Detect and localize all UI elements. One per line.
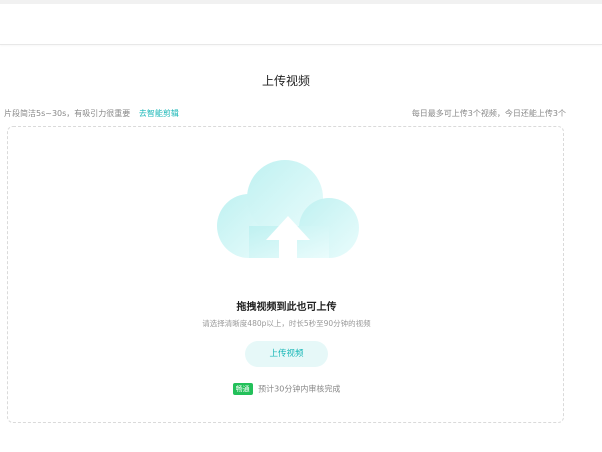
review-status: 畅通 预计30分钟内审核完成	[8, 383, 565, 395]
smart-edit-link[interactable]: 去智能剪辑	[139, 109, 179, 118]
top-bar	[0, 0, 602, 45]
daily-limit-hint: 每日最多可上传3个视频，今日还能上传3个	[411, 109, 566, 118]
drag-title: 拖拽视频到此也可上传	[236, 302, 337, 313]
cloud-upload-icon	[217, 160, 359, 266]
duration-hint: 片段简洁5s~30s，有吸引力很重要 去智能剪辑	[4, 108, 179, 119]
status-badge: 畅通	[232, 383, 253, 395]
duration-hint-text: 片段简洁5s~30s，有吸引力很重要	[4, 109, 131, 118]
review-eta: 预计30分钟内审核完成	[258, 384, 341, 394]
page-title: 上传视频	[261, 74, 310, 88]
video-requirement: 请选择清晰度480p以上，时长5秒至90分钟的视频	[202, 319, 371, 328]
upload-video-button[interactable]: 上传视频	[245, 341, 328, 367]
top-strip	[0, 0, 602, 4]
upload-drop-zone[interactable]: 拖拽视频到此也可上传 请选择清晰度480p以上，时长5秒至90分钟的视频 上传视…	[7, 126, 564, 423]
